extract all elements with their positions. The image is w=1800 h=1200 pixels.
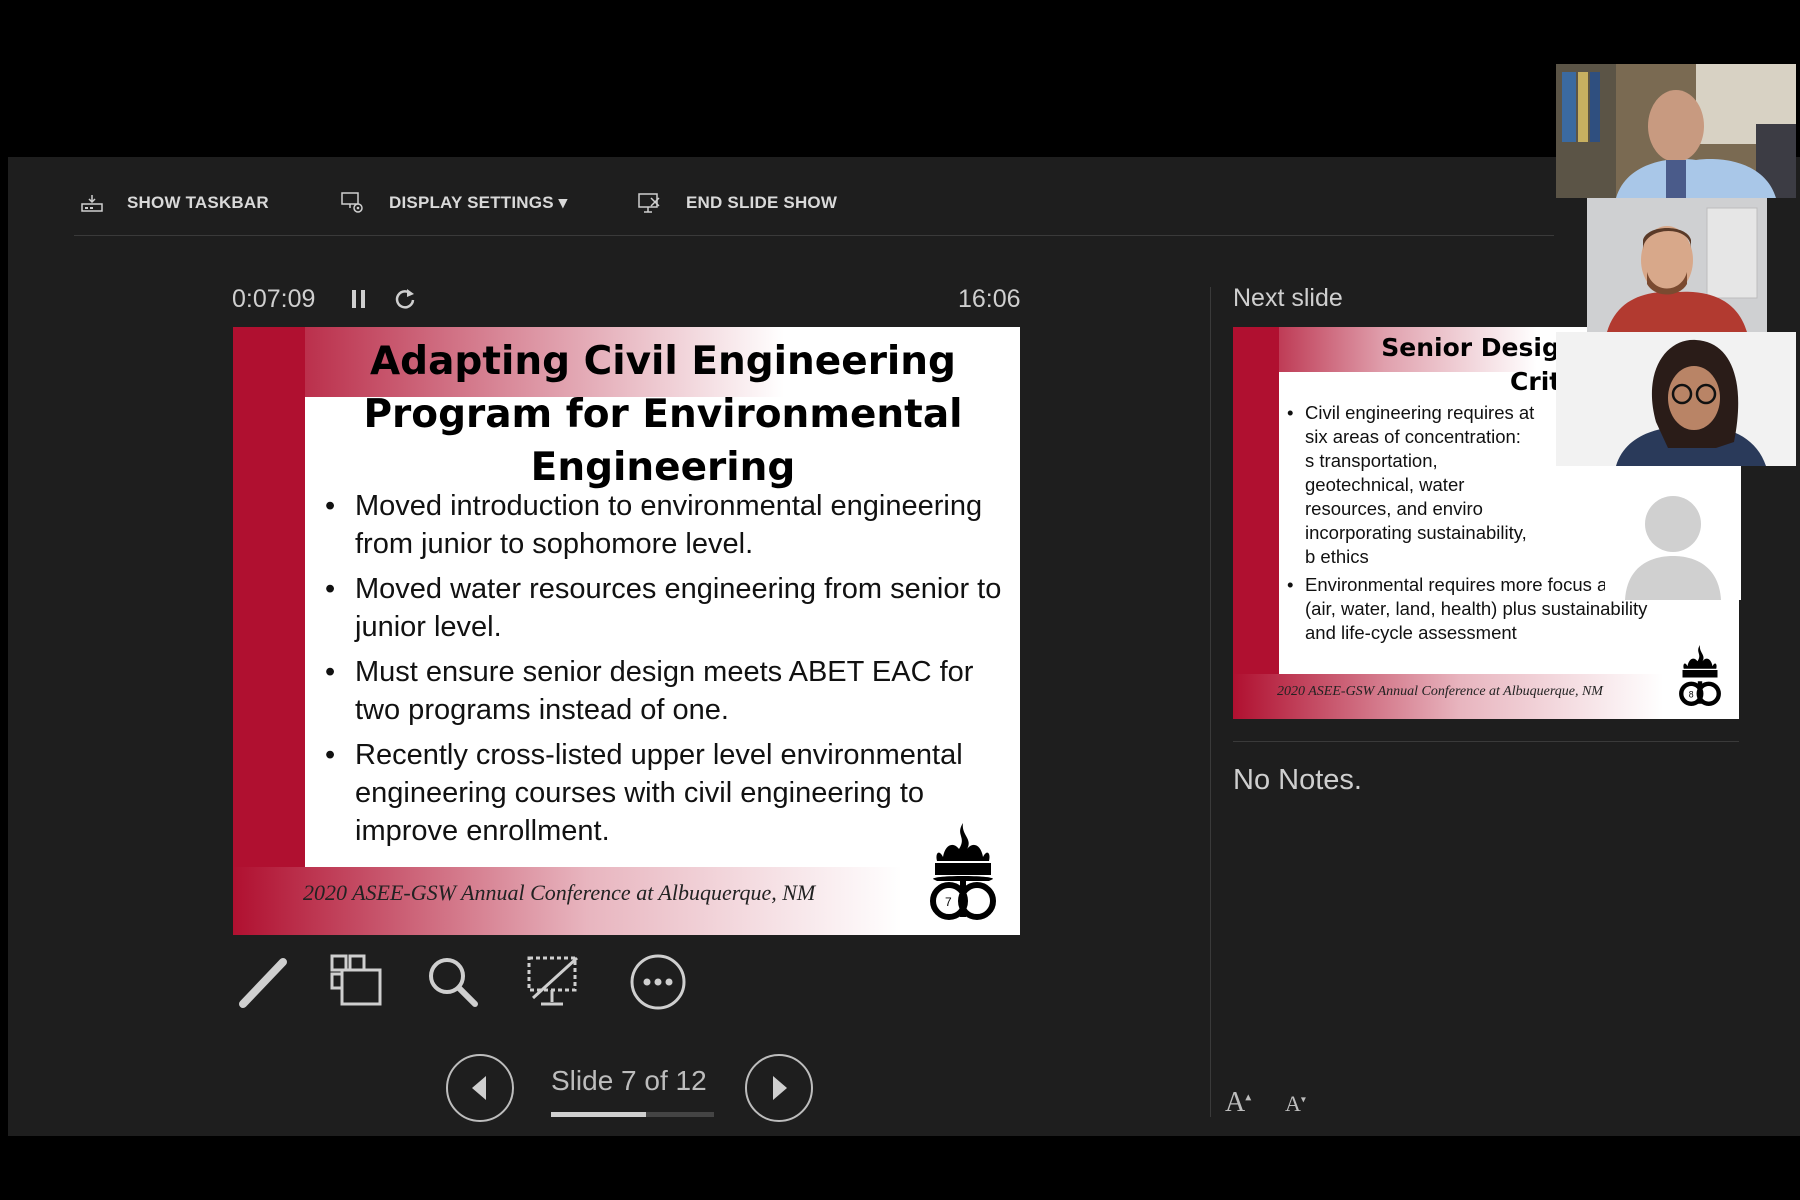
previous-slide-button[interactable] xyxy=(446,1054,514,1122)
next-slide-label: Next slide xyxy=(1233,284,1343,312)
zoom-icon[interactable] xyxy=(423,952,483,1012)
notes-divider xyxy=(1233,741,1739,742)
avatar-placeholder-icon xyxy=(1625,496,1721,600)
show-taskbar-button[interactable]: SHOW TASKBAR xyxy=(81,191,269,215)
slide-title: Adapting Civil Engineering Program for E… xyxy=(363,339,963,490)
slide-bullet: Must ensure senior design meets ABET EAC… xyxy=(315,653,1005,729)
more-options-icon[interactable] xyxy=(628,952,688,1012)
presenter-view: SHOW TASKBAR DISPLAY SETTINGS ▾ END SLID… xyxy=(8,157,1800,1136)
slide-bullet: Moved water resources engineering from s… xyxy=(315,570,1005,646)
participant-video-2[interactable] xyxy=(1587,198,1767,332)
slide-footer: 2020 ASEE-GSW Annual Conference at Albuq… xyxy=(303,880,816,905)
speaker-notes[interactable]: No Notes. xyxy=(1233,764,1362,797)
see-all-slides-icon[interactable] xyxy=(328,952,388,1012)
slide-bullet: Recently cross-listed upper level enviro… xyxy=(315,736,1005,850)
next-slide-footer: 2020 ASEE-GSW Annual Conference at Albuq… xyxy=(1277,684,1603,699)
end-show-icon xyxy=(638,193,660,213)
participant-video-4[interactable] xyxy=(1605,466,1741,600)
next-slide-page-number: 8 xyxy=(1689,690,1694,700)
decrease-font-label: A xyxy=(1285,1091,1301,1116)
decrease-font-button[interactable]: A▾ xyxy=(1285,1091,1306,1117)
slide-page-number: 7 xyxy=(945,895,952,909)
elapsed-timer: 0:07:09 xyxy=(232,285,316,313)
slide-bullet: Moved introduction to environmental engi… xyxy=(315,487,1005,563)
participant-video-1[interactable] xyxy=(1556,64,1796,198)
increase-font-label: A xyxy=(1225,1087,1246,1118)
toolbar-divider xyxy=(74,235,1554,236)
participant-2-image xyxy=(1607,207,1758,332)
presenter-toolbar: SHOW TASKBAR DISPLAY SETTINGS ▾ END SLID… xyxy=(8,157,1800,235)
show-taskbar-label: SHOW TASKBAR xyxy=(127,193,269,212)
slide-bullets: Moved introduction to environmental engi… xyxy=(315,487,1005,857)
display-settings-button[interactable]: DISPLAY SETTINGS ▾ xyxy=(341,191,567,215)
display-settings-label: DISPLAY SETTINGS ▾ xyxy=(389,193,568,212)
participant-3-image xyxy=(1556,332,1796,466)
taskbar-icon xyxy=(81,195,103,212)
current-slide[interactable]: Adapting Civil Engineering Program for E… xyxy=(233,327,1020,935)
black-screen-icon[interactable] xyxy=(523,952,583,1012)
university-logo: 7 xyxy=(930,823,996,920)
previous-arrow-icon xyxy=(472,1076,486,1100)
end-slide-show-label: END SLIDE SHOW xyxy=(686,193,838,212)
end-slide-show-button[interactable]: END SLIDE SHOW xyxy=(638,191,837,215)
next-slide-bullet: Civil engineering requires at six areas … xyxy=(1281,401,1535,569)
increase-font-button[interactable]: A▴ xyxy=(1225,1087,1251,1119)
participant-video-3[interactable] xyxy=(1556,332,1796,466)
next-arrow-icon xyxy=(773,1076,787,1100)
university-logo-small: 8 xyxy=(1679,645,1721,706)
clock: 16:06 xyxy=(958,285,1021,313)
slide-progress-fill xyxy=(551,1112,647,1117)
next-slide-button[interactable] xyxy=(745,1054,813,1122)
panel-divider xyxy=(1210,287,1211,1117)
restart-timer-icon[interactable] xyxy=(391,285,419,313)
participant-1-image xyxy=(1556,64,1796,198)
slide-progress-bar xyxy=(551,1112,714,1117)
pen-tool-icon[interactable] xyxy=(233,952,293,1012)
display-settings-icon xyxy=(341,192,363,213)
slide-counter[interactable]: Slide 7 of 12 xyxy=(551,1065,707,1097)
pause-icon[interactable] xyxy=(348,287,370,313)
